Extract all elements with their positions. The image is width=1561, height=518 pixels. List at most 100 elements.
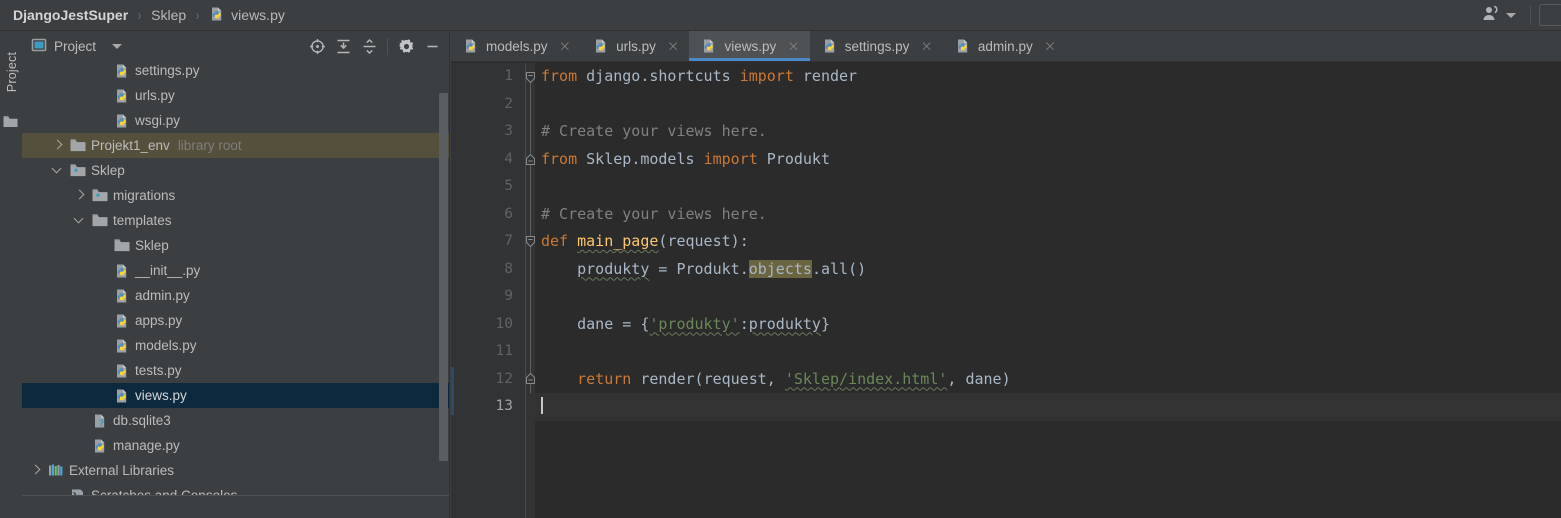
line-number: 8 (504, 260, 513, 277)
editor-tab-label: admin.py (977, 38, 1033, 54)
project-tree-scrollbar-thumb[interactable] (439, 93, 448, 461)
code-line-5[interactable]: 5 (451, 173, 1561, 201)
tree-item--init-py[interactable]: __init__.py (22, 258, 449, 283)
close-icon[interactable]: × (559, 38, 572, 54)
python-file-icon (701, 38, 717, 54)
editor-tab-views-py[interactable]: views.py × (689, 31, 811, 61)
python-file-icon (114, 63, 130, 79)
tree-item-sklep[interactable]: Sklep (22, 233, 449, 258)
python-file-icon (593, 38, 609, 54)
code-line-11[interactable]: 11 (451, 338, 1561, 366)
editor-tab-settings-py[interactable]: settings.py × (810, 31, 943, 61)
toolbar-divider (387, 38, 388, 55)
chevron-right-icon[interactable] (74, 190, 85, 201)
code-line-2[interactable]: 2 (451, 91, 1561, 119)
code-text: dane = {'produkty':produkty} (577, 314, 830, 333)
tree-item-templates[interactable]: templates (22, 208, 449, 233)
code-line-13[interactable]: 13 (451, 393, 1561, 421)
tree-item-models-py[interactable]: models.py (22, 333, 449, 358)
tree-item-sklep[interactable]: Sklep (22, 158, 449, 183)
chevron-right-icon[interactable] (30, 465, 41, 476)
python-file-icon (955, 38, 971, 54)
close-icon[interactable]: × (667, 38, 680, 54)
project-tree[interactable]: settings.py urls.py wsgi.py Projekt1_env… (22, 62, 449, 518)
chevron-right-icon[interactable] (52, 140, 63, 151)
close-icon[interactable]: × (1044, 38, 1057, 54)
project-panel-footer (22, 496, 449, 518)
breadcrumb-item-project[interactable]: DjangoJestSuper (13, 7, 128, 23)
tree-item-wsgi-py[interactable]: wsgi.py (22, 108, 449, 133)
code-line-6[interactable]: 6 # Create your views here. (451, 201, 1561, 229)
close-icon[interactable]: × (920, 38, 933, 54)
user-account-button[interactable] (1476, 3, 1522, 27)
code-line-12[interactable]: 12 return render(request, 'Sklep/index.h… (451, 366, 1561, 394)
code-editor[interactable]: 1 from django.shortcuts import render 2 3 # … (451, 63, 1561, 518)
text-caret (541, 397, 543, 414)
editor-tab-admin-py[interactable]: admin.py × (943, 31, 1066, 61)
tree-item-urls-py[interactable]: urls.py (22, 83, 449, 108)
unknown-file-icon: ? (92, 413, 108, 429)
tree-item-admin-py[interactable]: admin.py (22, 283, 449, 308)
caret-down-icon[interactable] (112, 44, 123, 49)
chevron-down-icon[interactable] (52, 165, 63, 176)
code-line-1[interactable]: 1 from django.shortcuts import render (451, 63, 1561, 91)
folder-icon (70, 138, 86, 154)
code-line-4[interactable]: 4 from Sklep.models import Produkt (451, 146, 1561, 174)
python-file-icon (114, 263, 130, 279)
tree-item-db-sqlite3[interactable]: ? db.sqlite3 (22, 408, 449, 433)
select-opened-file-icon[interactable] (304, 34, 330, 60)
collapse-all-icon[interactable] (356, 34, 382, 60)
python-file-icon (463, 38, 479, 54)
hide-panel-icon[interactable] (419, 34, 445, 60)
code-line-3[interactable]: 3 # Create your views here. (451, 118, 1561, 146)
project-panel-toolbar (304, 34, 445, 60)
breadcrumb: DjangoJestSuper › Sklep › views.py (0, 6, 285, 25)
settings-gear-icon[interactable] (393, 34, 419, 60)
close-icon[interactable]: × (787, 38, 800, 54)
line-number: 1 (504, 68, 513, 84)
tree-item-views-py[interactable]: views.py (22, 383, 449, 408)
breadcrumb-item-module[interactable]: Sklep (151, 7, 186, 23)
editor-tab-models-py[interactable]: models.py × (451, 31, 581, 61)
line-number: 9 (504, 288, 513, 304)
breadcrumb-item-file[interactable]: views.py (231, 7, 285, 23)
tree-item-migrations[interactable]: migrations (22, 183, 449, 208)
module-folder-icon (92, 188, 108, 204)
user-account-icon (1482, 5, 1501, 25)
code-line-8[interactable]: 8 produkty = Produkt.objects.all() (451, 256, 1561, 284)
tree-item-label: templates (113, 213, 172, 228)
window-control-partial[interactable] (1539, 4, 1561, 26)
python-file-icon (92, 438, 108, 454)
editor-tab-label: views.py (724, 38, 777, 54)
tree-item-apps-py[interactable]: apps.py (22, 308, 449, 333)
code-line-7[interactable]: 7 def main_page(request): (451, 228, 1561, 256)
tree-item-manage-py[interactable]: manage.py (22, 433, 449, 458)
python-file-icon (114, 388, 130, 404)
editor-tab-bar: models.py × urls.py × views.py × settings.p… (451, 31, 1561, 62)
chevron-down-icon[interactable] (74, 215, 85, 226)
tree-item-settings-py[interactable]: settings.py (22, 62, 449, 83)
tree-item-external-libraries[interactable]: External Libraries (22, 458, 449, 483)
tree-item-label: Sklep (135, 238, 169, 253)
code-line-9[interactable]: 9 (451, 283, 1561, 311)
code-lines: 1 from django.shortcuts import render 2 3 # … (451, 63, 1561, 421)
project-tree-scrollbar-track[interactable] (439, 93, 448, 461)
tree-item-projekt1-env[interactable]: Projekt1_env library root (22, 133, 449, 158)
editor-tab-label: urls.py (616, 38, 656, 54)
tree-item-tests-py[interactable]: tests.py (22, 358, 449, 383)
title-bar: DjangoJestSuper › Sklep › views.py (0, 0, 1561, 31)
code-line-10[interactable]: 10 dane = {'produkty':produkty} (451, 311, 1561, 339)
editor-tab-urls-py[interactable]: urls.py × (581, 31, 689, 61)
tree-item-label: manage.py (113, 438, 180, 453)
python-file-icon (114, 338, 130, 354)
expand-all-icon[interactable] (330, 34, 356, 60)
tool-window-tab-project[interactable]: Project (5, 44, 19, 100)
